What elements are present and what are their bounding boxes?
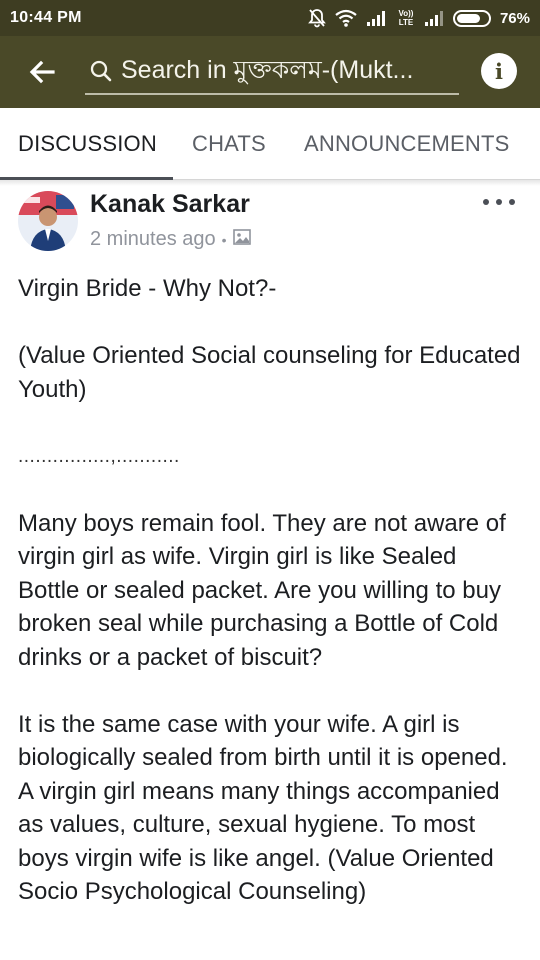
post-author[interactable]: Kanak Sarkar [90,190,250,219]
tab-announcements[interactable]: ANNOUNCEMENTS [304,108,510,180]
more-dot-icon [509,199,515,205]
more-options-button[interactable] [483,194,515,210]
post-header: Kanak Sarkar 2 minutes ago • [0,186,540,258]
wifi-icon [335,9,357,27]
group-tabs: DISCUSSION CHATS ANNOUNCEMENTS [0,108,540,180]
notifications-muted-icon [308,8,326,28]
status-bar: 10:44 PM Vo)) LTE 76% [0,0,540,36]
photo-icon [232,228,251,251]
battery-percent: 76% [499,9,530,27]
meta-separator: • [221,231,227,248]
post-title: Virgin Bride - Why Not?- [18,275,277,302]
info-icon: i [495,58,503,84]
app-bar: Search in মুক্তকলম-(Mukt... i [0,36,540,108]
search-placeholder: Search in মুক্তকলম-(Mukt... [121,55,414,84]
lte-label: Vo)) LTE [398,9,414,27]
post-meta: 2 minutes ago • [90,228,251,251]
more-dot-icon [496,199,502,205]
post-body: Virgin Bride - Why Not?- (Value Oriented… [18,272,523,909]
tab-discussion[interactable]: DISCUSSION [18,108,157,180]
post-paragraph-1: Many boys remain fool. They are not awar… [18,509,506,671]
signal-2-icon [424,10,444,26]
status-time: 10:44 PM [10,9,82,26]
post-time[interactable]: 2 minutes ago [90,228,216,251]
back-button[interactable] [0,36,84,108]
battery-fill [456,13,480,23]
search-icon [85,59,115,83]
battery-icon [452,9,491,27]
post-subtitle: (Value Oriented Social counseling for Ed… [18,342,521,403]
post-paragraph-2: It is the same case with your wife. A gi… [18,710,508,906]
more-dot-icon [483,199,489,205]
avatar[interactable] [18,191,78,251]
post-divider: ................,........... [18,445,180,467]
signal-icon [366,10,388,26]
back-arrow-icon [29,60,55,84]
info-button[interactable]: i [481,53,517,89]
group-search-field[interactable]: Search in মুক্তকলম-(Mukt... [85,49,459,95]
status-icons: Vo)) LTE 76% [308,8,530,28]
tab-chats[interactable]: CHATS [192,108,266,180]
